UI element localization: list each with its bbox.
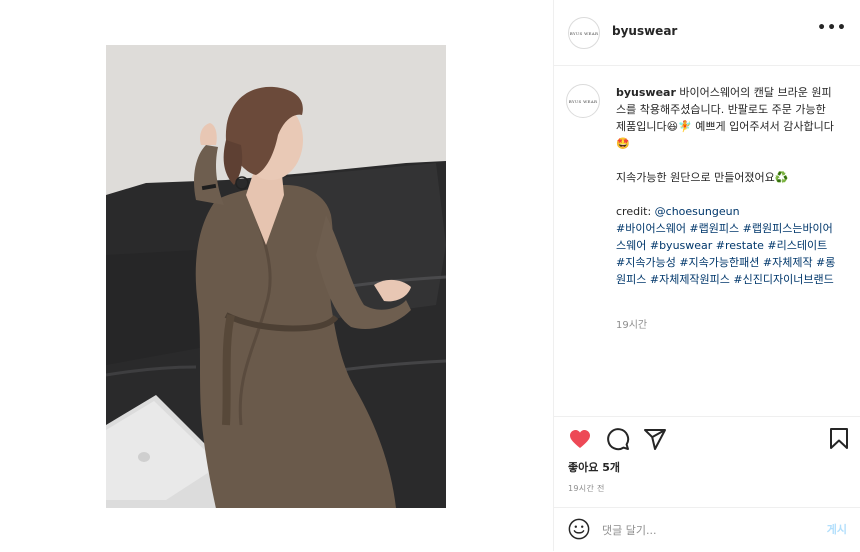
credit-label: credit: — [616, 205, 652, 218]
bookmark-icon[interactable] — [827, 427, 851, 451]
post-time-ago: 19시간 전 — [568, 484, 605, 493]
caption-avatar-logo-text: BYUS WEAR — [568, 98, 598, 104]
header-avatar[interactable]: BYUS WEAR — [568, 17, 600, 49]
post-comment-button[interactable]: 게시 — [827, 521, 847, 537]
comment-icon[interactable] — [606, 427, 630, 451]
caption-avatar[interactable]: BYUS WEAR — [566, 84, 600, 118]
caption-text: byuswear 바이어스웨어의 캔달 브라운 원피스를 착용해주셨습니다. 반… — [616, 84, 838, 288]
caption-timestamp: 19시간 — [616, 320, 648, 331]
post-photo[interactable] — [106, 45, 446, 508]
post-media-area — [0, 0, 553, 551]
heart-filled-icon[interactable] — [568, 427, 592, 451]
more-icon[interactable]: ••• — [817, 20, 847, 36]
caption-line1-continued: 예쁘게 입어주셔서 감사합니다 — [695, 120, 834, 133]
smiley-icon[interactable] — [568, 518, 590, 540]
post-header: BYUS WEAR byuswear ••• — [554, 0, 860, 66]
recycle-emoji: ♻️ — [774, 171, 789, 184]
comment-input[interactable]: 댓글 달기... — [602, 522, 656, 538]
post-actions: 좋아요 5개 19시간 전 — [554, 416, 860, 507]
post-photo-image — [106, 45, 446, 508]
credit-user-link[interactable]: @choesungeun — [655, 205, 740, 218]
star-eyes-emoji: 🤩 — [616, 137, 630, 150]
caption-section: BYUS WEAR byuswear 바이어스웨어의 캔달 브라운 원피스를 착… — [554, 66, 860, 416]
hashtags[interactable]: #바이어스웨어 #랩원피스 #랩원피스는바이어스웨어 #byuswear #re… — [616, 222, 835, 286]
caption-line2: 지속가능한 원단으로 만들어졌어요 — [616, 171, 775, 184]
header-username[interactable]: byuswear — [612, 24, 677, 38]
likes-count[interactable]: 좋아요 5개 — [568, 459, 620, 475]
fairy-emoji: 🧚 — [678, 120, 692, 133]
send-icon[interactable] — [643, 427, 667, 451]
avatar-logo-text: BYUS WEAR — [569, 30, 599, 36]
caption-username[interactable]: byuswear — [616, 86, 676, 99]
grinning-emoji: 😆 — [666, 120, 679, 133]
post-side-panel: BYUS WEAR byuswear ••• BYUS WEAR byuswea… — [553, 0, 860, 551]
comment-bar: 댓글 달기... 게시 — [554, 507, 860, 552]
